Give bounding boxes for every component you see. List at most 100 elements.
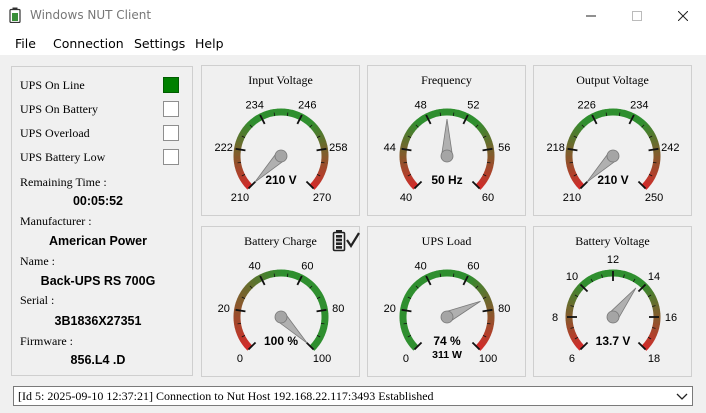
gauge-arc-segment (240, 337, 249, 345)
gauge-arc-segment (485, 141, 494, 147)
menu-bar: File Connection Settings Help (0, 31, 706, 55)
window-title: Windows NUT Client (30, 8, 152, 22)
gauge-readout: 50 Hz (431, 173, 462, 187)
gauge-arc-segment (579, 119, 587, 128)
gauge-arc-segment (456, 109, 463, 118)
gauge-arc-segment (401, 298, 410, 305)
gauge-arc-segment (572, 176, 581, 184)
gauge-arc-segment (453, 270, 459, 278)
gauge-arc-segment (574, 340, 583, 348)
gauge-arc-segment (406, 176, 415, 184)
gauge-minor-tick (403, 161, 408, 164)
gauge-tick-label: 80 (332, 303, 344, 315)
maximize-icon (632, 10, 642, 21)
gauge-minor-tick (486, 161, 491, 164)
gauge-minor-tick (439, 112, 442, 117)
gauge-output-voltage: Output Voltage 210 218 226 234 242 250 210 V (533, 65, 692, 216)
menu-settings[interactable]: Settings (134, 36, 185, 51)
gauge-arc-segment (649, 295, 658, 302)
log-combobox[interactable]: [Id 5: 2025-09-10 12:37:21] Connection t… (13, 386, 693, 406)
gauge-arc-segment (652, 162, 660, 168)
gauge-arc-segment (313, 177, 322, 185)
gauge-arc-segment (567, 329, 576, 336)
gauge-arc-segment (315, 335, 324, 343)
gauge-arc-segment (235, 168, 244, 175)
gauge-arc-segment (574, 124, 583, 133)
gauge-arc-segment (319, 326, 328, 333)
gauge-arc-segment (598, 109, 604, 118)
gauge-arc-segment (645, 289, 654, 297)
name-label: Name : (20, 254, 55, 268)
gauge-arc-segment (453, 109, 459, 117)
gauge-tick-label: 270 (313, 192, 331, 204)
gauge-needle-hub (606, 310, 620, 324)
gauge-arc-segment (566, 322, 574, 329)
gauge-arc-segment (266, 270, 272, 279)
gauge-arc-segment (643, 340, 652, 349)
gauge-arc-segment (650, 298, 659, 305)
title-bar: Windows NUT Client (0, 0, 706, 31)
gauge-arc-segment (570, 130, 579, 138)
gauge-arc-segment (470, 117, 479, 126)
gauge-tick-label: 234 (630, 99, 648, 111)
gauge-arc-segment (567, 168, 576, 175)
log-message: [Id 5: 2025-09-10 12:37:21] Connection t… (18, 389, 434, 403)
chevron-down-icon[interactable] (676, 390, 688, 402)
gauge-tick-label: 222 (215, 142, 233, 154)
menu-connection[interactable]: Connection (53, 36, 124, 51)
gauge-arc-segment (235, 298, 244, 305)
gauge-tick-label: 226 (577, 99, 595, 111)
gauge-arc-segment (242, 124, 251, 133)
gauge-arc-segment (236, 171, 245, 178)
gauge-dial: 210 218 226 234 242 250 210 V (547, 99, 680, 204)
gauge-minor-tick (237, 322, 242, 325)
gauge-arc-segment (250, 117, 258, 126)
gauge-tick-label: 40 (400, 192, 412, 204)
gauge-arc-segment (479, 128, 488, 136)
gauge-arc-segment (572, 127, 581, 135)
gauge-minor-tick (237, 161, 242, 164)
gauge-battery-voltage: Battery Voltage 6 8 10 12 14 16 18 13.7 V (533, 226, 692, 377)
gauge-arc-segment (320, 323, 328, 329)
manufacturer-value: American Power (49, 234, 147, 248)
gauge-arc-segment (262, 110, 269, 119)
menu-help[interactable]: Help (195, 36, 224, 51)
gauge-frequency: Frequency 40 44 48 52 56 60 50 Hz (367, 65, 526, 216)
gauge-arc-segment (242, 340, 251, 348)
gauge-arc-segment (594, 110, 601, 119)
status-indicator-battery-low (163, 149, 179, 165)
gauge-minor-tick (286, 273, 289, 278)
close-button[interactable] (660, 0, 706, 31)
gauge-arc-segment (247, 280, 255, 289)
gauge-arc-segment (408, 124, 417, 133)
gauge-arc-segment (486, 323, 494, 329)
gauge-arc-segment (569, 295, 578, 302)
gauge-needle-hub (440, 149, 454, 163)
gauge-arc-segment (402, 171, 411, 178)
status-label-battery-low: UPS Battery Low (20, 150, 106, 164)
maximize-button[interactable] (614, 0, 660, 31)
gauge-arc-segment (304, 117, 313, 126)
gauge-tick-label: 100 (479, 353, 497, 365)
gauge-arc-segment (477, 179, 486, 188)
minimize-button[interactable] (568, 0, 614, 31)
gauge-arc-segment (568, 171, 577, 178)
menu-file[interactable]: File (15, 36, 36, 51)
gauge-arc-segment (484, 168, 493, 175)
gauge-arc-segment (413, 280, 421, 289)
gauge-arc-segment (622, 109, 629, 118)
gauge-tick-label: 250 (645, 192, 663, 204)
status-label-on-battery: UPS On Battery (20, 102, 98, 116)
gauge-arc-segment (311, 286, 320, 294)
gauge-ups-load: UPS Load 0 20 40 60 80 100 74 % 311 W (367, 226, 526, 377)
remaining-time-label: Remaining Time : (20, 175, 107, 189)
gauge-readout: 100 % (264, 334, 298, 348)
gauge-arc-segment (481, 174, 490, 182)
gauge-needle-hub (606, 149, 620, 163)
gauge-arc-segment (459, 271, 466, 280)
gauge-arc-segment (302, 276, 310, 285)
gauge-arc-segment (428, 271, 435, 280)
gauge-arc-segment (483, 295, 492, 302)
gauge-arc-segment (481, 335, 490, 343)
gauge-arc-segment (311, 179, 320, 188)
